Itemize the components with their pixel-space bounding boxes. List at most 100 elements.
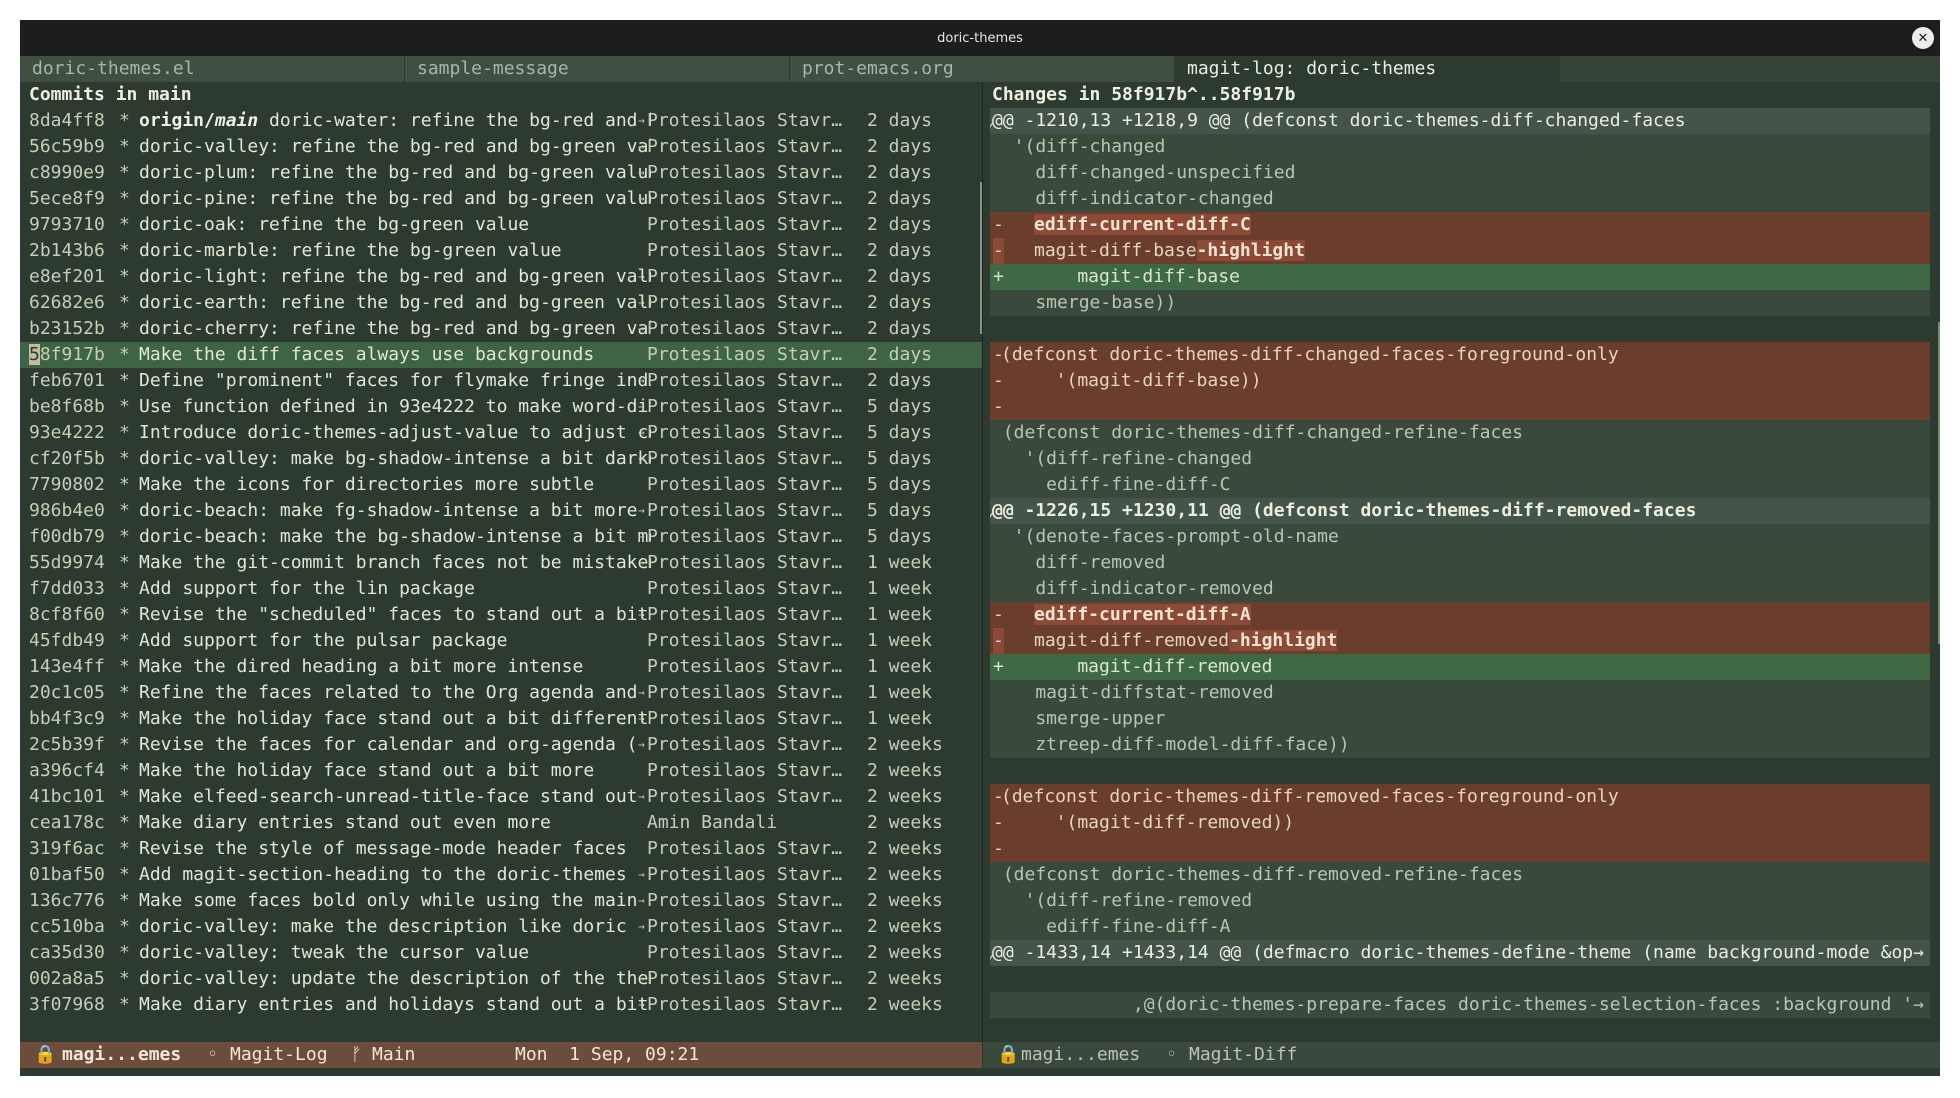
commit-row[interactable]: 136c776 * Make some faces bold only while … — [20, 888, 982, 914]
tab-3[interactable]: magit-log: doric-themes — [1175, 56, 1560, 82]
commit-row[interactable]: ca35d30 * doric-valley: tweak the cursor v… — [20, 940, 982, 966]
commit-hash[interactable]: 986b4e0 — [29, 498, 105, 524]
commit-hash[interactable]: 2c5b39f — [29, 732, 105, 758]
commit-hash[interactable]: 20c1c05 — [29, 680, 105, 706]
commit-row[interactable]: 56c59b9 * doric-valley: refine the bg-red … — [20, 134, 982, 160]
commit-row[interactable]: f00db79 * doric-beach: make the bg-shadow-… — [20, 524, 982, 550]
magit-log-pane[interactable]: Commits in main 8da4ff8 * origin/main dori… — [20, 82, 982, 1042]
commit-hash[interactable]: cea178c — [29, 810, 105, 836]
modeline-diff[interactable]: 🔒 magi...emes ◦ Magit-Diff — [983, 1042, 1940, 1068]
commit-hash[interactable]: a396cf4 — [29, 758, 105, 784]
echo-area[interactable] — [20, 1068, 1940, 1076]
commit-hash[interactable]: 62682e6 — [29, 290, 105, 316]
magit-diff-pane[interactable]: Changes in 58f917b^..58f917b ⌄@@ -1210,1… — [983, 82, 1940, 1042]
commit-row[interactable]: 3f07968 * Make diary entries and holidays … — [20, 992, 982, 1018]
diff-line-hunk[interactable]: ⌄@@ -1433,14 +1433,14 @@ (defmacro doric… — [990, 940, 1930, 966]
remote-ref-label: origin/ — [139, 110, 215, 131]
truncation-arrow-icon: → — [638, 920, 645, 933]
tab-2[interactable]: prot-emacs.org — [790, 56, 1175, 82]
commit-hash[interactable]: feb6701 — [29, 368, 105, 394]
tab-1[interactable]: sample-message — [405, 56, 790, 82]
commit-row[interactable]: bb4f3c9 * Make the holiday face stand out … — [20, 706, 982, 732]
commit-hash[interactable]: 143e4ff — [29, 654, 105, 680]
commit-hash[interactable]: 5ece8f9 — [29, 186, 105, 212]
commit-row[interactable]: cc510ba * doric-valley: make the descripti… — [20, 914, 982, 940]
commit-row[interactable]: 20c1c05 * Refine the faces related to the … — [20, 680, 982, 706]
commit-hash[interactable]: 2b143b6 — [29, 238, 105, 264]
commit-hash[interactable]: 9793710 — [29, 212, 105, 238]
commit-row[interactable]: 5ece8f9 * doric-pine: refine the bg-red an… — [20, 186, 982, 212]
commit-hash[interactable]: 45fdb49 — [29, 628, 105, 654]
commit-date: 2 weeks — [867, 812, 943, 833]
commit-row[interactable]: 8da4ff8 * origin/main doric-water: refine … — [20, 108, 982, 134]
diff-line-del: - (defconst doric-themes-diff-removed-fac… — [990, 784, 1930, 810]
commit-graph: * — [119, 292, 130, 313]
commit-hash[interactable]: 56c59b9 — [29, 134, 105, 160]
commit-row[interactable]: e8ef201 * doric-light: refine the bg-red a… — [20, 264, 982, 290]
commit-row[interactable]: 8cf8f60 * Revise the "scheduled" faces to … — [20, 602, 982, 628]
commit-row[interactable]: 01baf50 * Add magit-section-heading to the… — [20, 862, 982, 888]
commit-hash[interactable]: 55d9974 — [29, 550, 105, 576]
commit-row[interactable]: cf20f5b * doric-valley: make bg-shadow-int… — [20, 446, 982, 472]
tab-0[interactable]: doric-themes.el — [20, 56, 405, 82]
commit-row[interactable]: 9793710 * doric-oak: refine the bg-green v… — [20, 212, 982, 238]
diff-line-hunk[interactable]: ⌄@@ -1210,13 +1218,9 @@ (defconst doric-… — [990, 108, 1930, 134]
commit-row[interactable]: 002a8a5 * doric-valley: update the descrip… — [20, 966, 982, 992]
modeline-branch[interactable]: Main — [372, 1042, 415, 1068]
commit-row[interactable]: 143e4ff * Make the dired heading a bit mor… — [20, 654, 982, 680]
modeline-major-mode[interactable]: Magit-Log — [230, 1042, 328, 1068]
commit-row[interactable]: b23152b * doric-cherry: refine the bg-red … — [20, 316, 982, 342]
close-icon[interactable]: ✕ — [1912, 27, 1934, 49]
commit-date: 2 weeks — [867, 890, 943, 911]
commit-hash[interactable]: f00db79 — [29, 524, 105, 550]
commit-message: doric-earth: refine the bg-red and bg-gr… — [139, 290, 651, 316]
commit-row[interactable]: f7dd033 * Add support for the lin package P… — [20, 576, 982, 602]
commit-row[interactable]: a396cf4 * Make the holiday face stand out … — [20, 758, 982, 784]
commit-hash[interactable]: 01baf50 — [29, 862, 105, 888]
commit-hash[interactable]: cf20f5b — [29, 446, 105, 472]
commit-hash[interactable]: f7dd033 — [29, 576, 105, 602]
commit-hash[interactable]: c8990e9 — [29, 160, 105, 186]
commit-hash[interactable]: 8da4ff8 — [29, 108, 105, 134]
diff-line-text: magit-diff-base — [1034, 266, 1240, 287]
commit-row[interactable]: 7790802 * Make the icons for directories m… — [20, 472, 982, 498]
commit-hash[interactable]: bb4f3c9 — [29, 706, 105, 732]
commit-row[interactable]: 93e4222 * Introduce doric-themes-adjust-va… — [20, 420, 982, 446]
commit-row[interactable]: 45fdb49 * Add support for the pulsar packa… — [20, 628, 982, 654]
commit-row[interactable]: 55d9974 * Make the git-commit branch faces… — [20, 550, 982, 576]
commit-hash[interactable]: be8f68b — [29, 394, 105, 420]
commit-row[interactable]: cea178c * Make diary entries stand out eve… — [20, 810, 982, 836]
diff-line-hunk[interactable]: ⌄@@ -1226,15 +1230,11 @@ (defconst doric… — [990, 498, 1930, 524]
commit-row[interactable]: c8990e9 * doric-plum: refine the bg-red an… — [20, 160, 982, 186]
commit-hash[interactable]: 41bc101 — [29, 784, 105, 810]
commit-hash[interactable]: 8cf8f60 — [29, 602, 105, 628]
modeline-buffer-name[interactable]: magi...emes — [1021, 1042, 1140, 1068]
commit-row[interactable]: feb6701 * Define "prominent" faces for fly… — [20, 368, 982, 394]
commit-row[interactable]: be8f68b * Use function defined in 93e4222 … — [20, 394, 982, 420]
modeline-log[interactable]: 🔒 magi...emes ◦ Magit-Log ᚠ Main Mon 1 S… — [20, 1042, 982, 1068]
commit-hash[interactable]: 319f6ac — [29, 836, 105, 862]
commit-hash[interactable]: 136c776 — [29, 888, 105, 914]
commit-row[interactable]: 2b143b6 * doric-marble: refine the bg-gree… — [20, 238, 982, 264]
diff-line-add: + magit-diff-removed — [990, 654, 1930, 680]
diff-line-del: - '(magit-diff-base)) — [990, 368, 1930, 394]
commit-hash[interactable]: b23152b — [29, 316, 105, 342]
commit-row[interactable]: 58f917b * Make the diff faces always use b… — [20, 342, 982, 368]
commit-hash[interactable]: ca35d30 — [29, 940, 105, 966]
commit-row[interactable]: 986b4e0 * doric-beach: make fg-shadow-inte… — [20, 498, 982, 524]
modeline-major-mode[interactable]: Magit-Diff — [1189, 1042, 1297, 1068]
commit-hash[interactable]: 7790802 — [29, 472, 105, 498]
commit-hash[interactable]: 93e4222 — [29, 420, 105, 446]
modeline-buffer-name[interactable]: magi...emes — [62, 1042, 181, 1068]
commit-row[interactable]: 2c5b39f * Revise the faces for calendar an… — [20, 732, 982, 758]
commit-row[interactable]: 41bc101 * Make elfeed-search-unread-title-… — [20, 784, 982, 810]
commit-hash[interactable]: 3f07968 — [29, 992, 105, 1018]
diff-scrollbar[interactable] — [1938, 322, 1940, 644]
commit-row[interactable]: 62682e6 * doric-earth: refine the bg-red a… — [20, 290, 982, 316]
commit-hash[interactable]: e8ef201 — [29, 264, 105, 290]
commit-hash[interactable]: cc510ba — [29, 914, 105, 940]
commit-hash[interactable]: 58f917b — [29, 342, 105, 368]
commit-row[interactable]: 319f6ac * Revise the style of message-mode… — [20, 836, 982, 862]
commit-hash[interactable]: 002a8a5 — [29, 966, 105, 992]
commit-message-text: Add magit-section-heading to the doric-t… — [139, 864, 627, 885]
